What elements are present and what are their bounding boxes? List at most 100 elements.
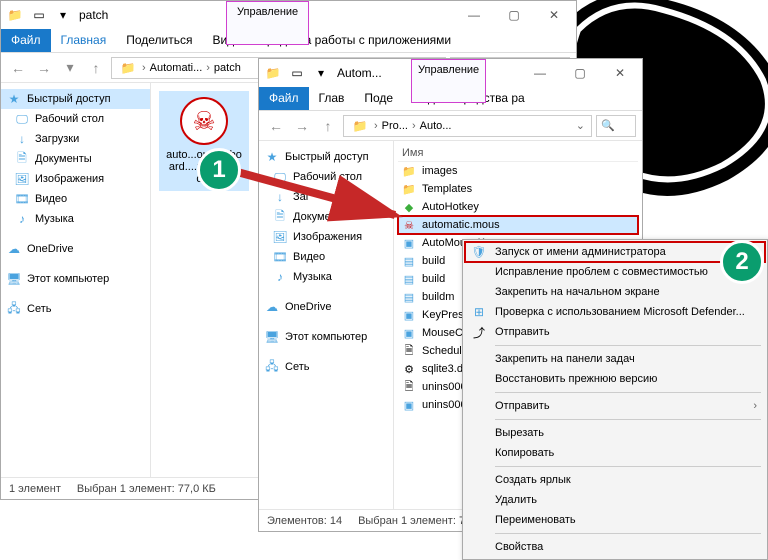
chevron-icon[interactable]: › (410, 120, 418, 132)
forward-button[interactable]: → (291, 115, 313, 137)
ctx-pin-start[interactable]: Закрепить на начальном экране (465, 282, 765, 302)
ctx-cut[interactable]: Вырезать (465, 423, 765, 443)
maximize-button[interactable]: ▢ (560, 59, 600, 87)
sidebar-item-downloads[interactable]: ↓Заг (259, 187, 393, 207)
ctx-delete[interactable]: Удалить (465, 490, 765, 510)
chevron-icon[interactable]: › (140, 62, 148, 74)
crumb[interactable]: patch (212, 62, 243, 74)
ctx-send-to[interactable]: Отправить› (465, 396, 765, 416)
sidebar-quick-access[interactable]: ★Быстрый доступ (259, 147, 393, 167)
separator (495, 419, 761, 420)
ctx-pin-taskbar[interactable]: Закрепить на панели задач (465, 349, 765, 369)
ribbon-context-tab[interactable]: Управление (226, 1, 309, 45)
navigation-pane: ★Быстрый доступ 🖵Рабочий стол ↓Загрузки … (1, 83, 151, 477)
breadcrumb[interactable]: 📁 › Pro... › Auto... ⌄ (343, 115, 592, 137)
titlebar: 📁 ▭ ▾ patch Управление — ▢ ✕ (1, 1, 576, 29)
tab-home[interactable]: Глав (309, 87, 355, 110)
file-row[interactable]: 📁images (398, 162, 638, 180)
sidebar-item-music[interactable]: ♪Музыка (259, 267, 393, 287)
tab-file[interactable]: Файл (1, 29, 51, 52)
qat-icon[interactable]: ▭ (31, 7, 47, 23)
qat-dropdown-icon[interactable]: ▾ (55, 7, 71, 23)
ctx-share[interactable]: ⤴Отправить (465, 322, 765, 342)
separator (495, 345, 761, 346)
tab-share[interactable]: Поделиться (116, 29, 202, 52)
ctx-restore-version[interactable]: Восстановить прежнюю версию (465, 369, 765, 389)
file-icon: ▤ (402, 272, 416, 286)
status-selection: Выбран 1 элемент: 77,0 КБ (77, 483, 216, 495)
ctx-defender-scan[interactable]: ⊞Проверка с использованием Microsoft Def… (465, 302, 765, 322)
up-button[interactable]: ↑ (85, 57, 107, 79)
sidebar-item-videos[interactable]: 🎞Видео (259, 247, 393, 267)
sidebar-network[interactable]: 🖧Сеть (1, 299, 150, 319)
cloud-icon: ☁ (265, 300, 279, 314)
tab-file[interactable]: Файл (259, 87, 309, 110)
sidebar-network[interactable]: 🖧Сеть (259, 357, 393, 377)
file-icon: ▤ (402, 290, 416, 304)
tab-share[interactable]: Поде (354, 87, 403, 110)
tab-home[interactable]: Главная (51, 29, 117, 52)
ctx-rename[interactable]: Переименовать (465, 510, 765, 530)
ctx-properties[interactable]: Свойства (465, 537, 765, 557)
crumb[interactable]: Pro... (380, 120, 410, 132)
music-icon: ♪ (273, 270, 287, 284)
close-button[interactable]: ✕ (600, 59, 640, 87)
search-input[interactable]: 🔍 (596, 115, 636, 137)
network-icon: 🖧 (7, 302, 21, 316)
back-button[interactable]: ← (7, 57, 29, 79)
sidebar-item-pictures[interactable]: 🖼Изображения (259, 227, 393, 247)
up-button[interactable]: ↑ (317, 115, 339, 137)
folder-icon: 📁 (120, 60, 136, 76)
sidebar-onedrive[interactable]: ☁OneDrive (1, 239, 150, 259)
file-row[interactable]: ◆AutoHotkey (398, 198, 638, 216)
app-icon: ◆ (402, 200, 416, 214)
app-icon: ▣ (402, 326, 416, 340)
sidebar-onedrive[interactable]: ☁OneDrive (259, 297, 393, 317)
recent-dropdown[interactable]: ▾ (59, 57, 81, 79)
back-button[interactable]: ← (265, 115, 287, 137)
window-title: patch (79, 8, 108, 22)
column-header-name[interactable]: Имя (398, 145, 638, 162)
chevron-icon[interactable]: › (372, 120, 380, 132)
folder-icon: 📁 (7, 7, 23, 23)
chevron-icon[interactable]: › (204, 62, 212, 74)
annotation-badge-2: 2 (720, 240, 764, 284)
ctx-copy[interactable]: Копировать (465, 443, 765, 463)
annotation-badge-1: 1 (197, 148, 241, 192)
minimize-button[interactable]: — (454, 1, 494, 29)
chevron-down-icon[interactable]: ⌄ (574, 119, 587, 132)
video-icon: 🎞 (15, 192, 29, 206)
maximize-button[interactable]: ▢ (494, 1, 534, 29)
sidebar-item-desktop[interactable]: 🖵Рабочий стол (259, 167, 393, 187)
file-row[interactable]: 📁Templates (398, 180, 638, 198)
sidebar-item-downloads[interactable]: ↓Загрузки (1, 129, 150, 149)
sidebar-this-pc[interactable]: 🖥Этот компьютер (259, 327, 393, 347)
sidebar-item-desktop[interactable]: 🖵Рабочий стол (1, 109, 150, 129)
titlebar: 📁 ▭ ▾ Autom... Управление — ▢ ✕ (259, 59, 642, 87)
forward-button[interactable]: → (33, 57, 55, 79)
sidebar-this-pc[interactable]: 🖥Этот компьютер (1, 269, 150, 289)
download-icon: ↓ (15, 132, 29, 146)
qat-icon[interactable]: ▭ (289, 65, 305, 81)
sidebar-item-documents[interactable]: 🗎Документы (1, 149, 150, 169)
close-button[interactable]: ✕ (534, 1, 574, 29)
sidebar-quick-access[interactable]: ★Быстрый доступ (1, 89, 150, 109)
crumb[interactable]: Automati... (148, 62, 205, 74)
pc-icon: 🖥 (265, 330, 279, 344)
sidebar-item-videos[interactable]: 🎞Видео (1, 189, 150, 209)
sidebar-item-documents[interactable]: 🗎Документы (259, 207, 393, 227)
file-row-selected[interactable]: ☠automatic.mous (398, 216, 638, 234)
context-menu: 🛡Запуск от имени администратора Исправле… (462, 239, 768, 560)
qat-dropdown-icon[interactable]: ▾ (313, 65, 329, 81)
minimize-button[interactable]: — (520, 59, 560, 87)
status-count: Элементов: 14 (267, 515, 342, 527)
dll-icon: ⚙ (402, 362, 416, 376)
crumb[interactable]: Auto... (418, 120, 454, 132)
sidebar-item-music[interactable]: ♪Музыка (1, 209, 150, 229)
ctx-create-shortcut[interactable]: Создать ярлык (465, 470, 765, 490)
sidebar-item-pictures[interactable]: 🖼Изображения (1, 169, 150, 189)
skull-icon: ☠ (402, 218, 416, 232)
video-icon: 🎞 (273, 250, 287, 264)
ribbon-context-tab[interactable]: Управление (411, 59, 486, 103)
music-icon: ♪ (15, 212, 29, 226)
